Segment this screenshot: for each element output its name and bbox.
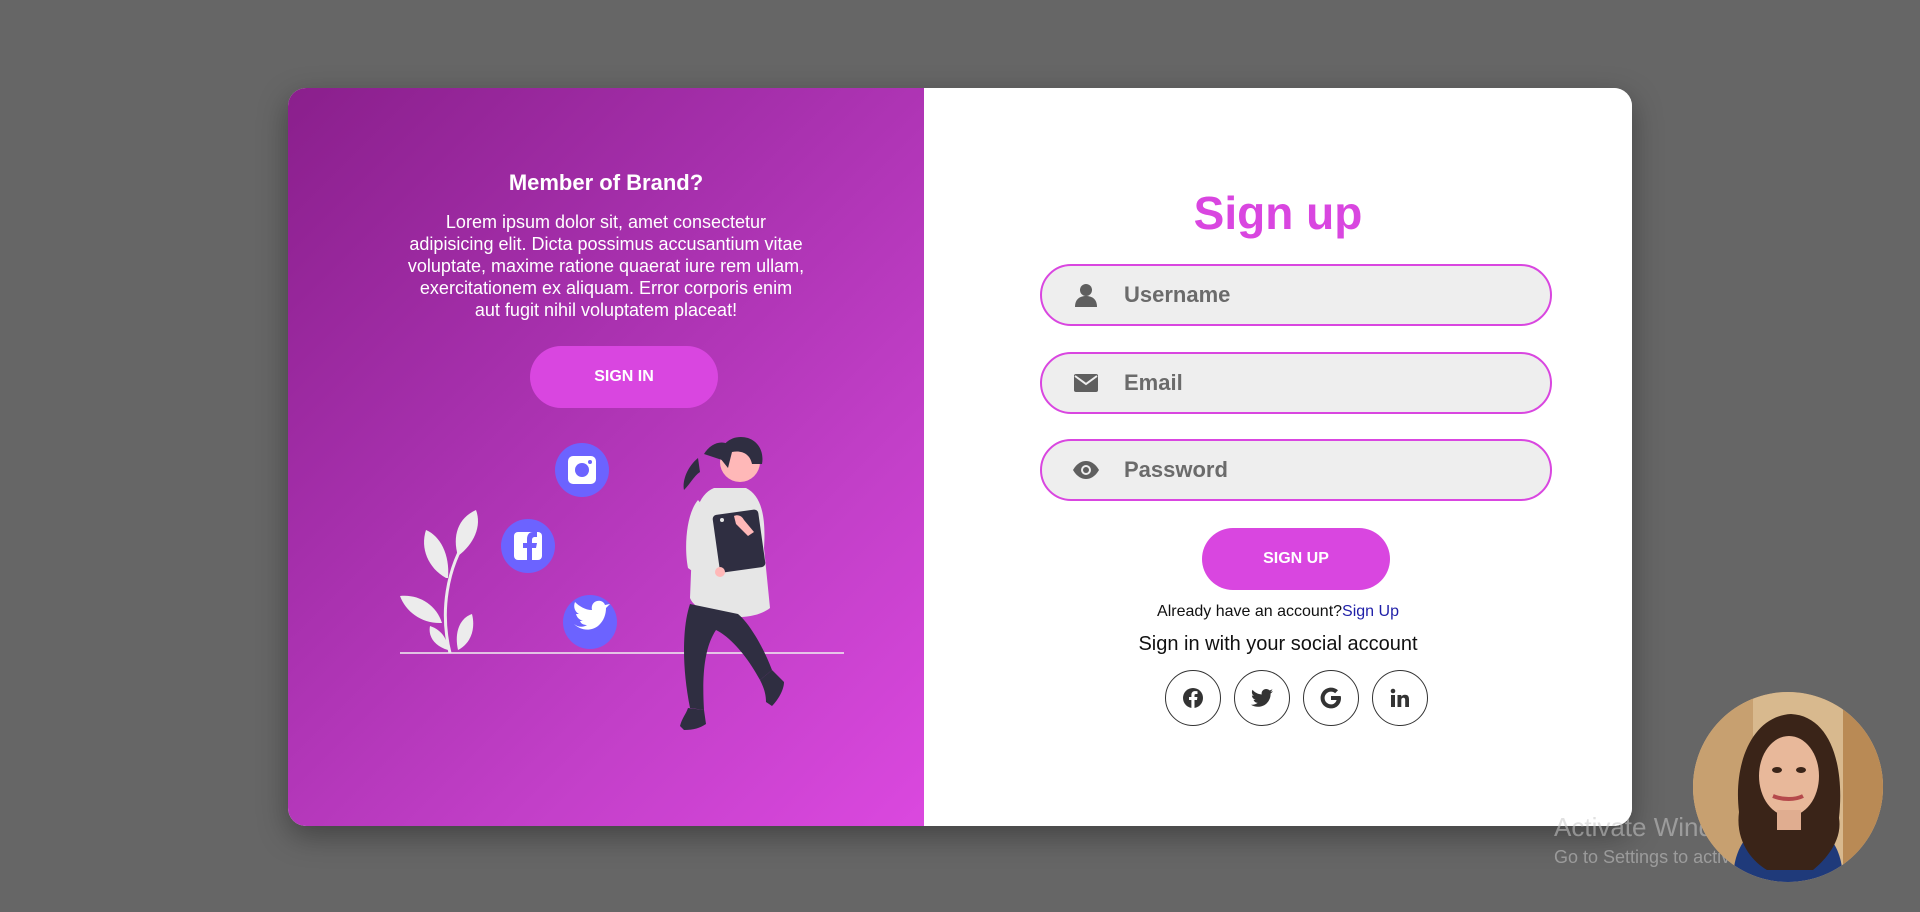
eye-icon [1068, 456, 1104, 484]
sign-up-link[interactable]: Sign Up [1342, 603, 1399, 620]
google-icon [1320, 687, 1341, 709]
sign-up-button[interactable]: SIGN UP [1202, 528, 1390, 590]
sign-in-button[interactable]: SIGN IN [530, 346, 718, 408]
already-account-text: Already have an account?Sign Up [924, 603, 1632, 621]
twitter-button[interactable] [1234, 670, 1290, 726]
linkedin-icon [1390, 688, 1409, 707]
username-input[interactable] [1124, 266, 1550, 324]
email-field[interactable] [1040, 352, 1552, 414]
twitter-icon [563, 595, 617, 649]
email-input[interactable] [1124, 354, 1550, 412]
signup-title: Sign up [1193, 187, 1363, 239]
password-field[interactable] [1040, 439, 1552, 501]
twitter-icon [1251, 689, 1273, 707]
auth-card: Member of Brand? Lorem ipsum dolor sit, … [288, 88, 1632, 826]
username-field[interactable] [1040, 264, 1552, 326]
page-background: Member of Brand? Lorem ipsum dolor sit, … [0, 0, 1920, 912]
signup-form: Sign up Username Email SIGN UP Already h… [924, 88, 1632, 826]
promo-panel: Member of Brand? Lorem ipsum dolor sit, … [288, 88, 924, 826]
password-input[interactable] [1124, 441, 1550, 499]
social-buttons [1165, 670, 1428, 726]
google-button[interactable] [1303, 670, 1359, 726]
facebook-icon [1183, 688, 1203, 708]
person-figure [680, 436, 784, 730]
social-heading: Sign in with your social account [1138, 633, 1418, 655]
already-account-label: Already have an account? [1157, 603, 1343, 620]
instagram-icon [555, 443, 609, 497]
person-illustration [400, 436, 844, 730]
promo-description: Lorem ipsum dolor sit, amet consectetur … [407, 212, 805, 320]
promo-title: Member of Brand? [508, 170, 704, 195]
facebook-icon [501, 519, 555, 573]
user-icon [1068, 281, 1104, 309]
envelope-icon [1068, 369, 1104, 397]
facebook-button[interactable] [1165, 670, 1221, 726]
plant-illustration [400, 510, 478, 654]
linkedin-button[interactable] [1372, 670, 1428, 726]
webcam-person-image [1693, 692, 1883, 882]
webcam-overlay [1693, 692, 1883, 882]
